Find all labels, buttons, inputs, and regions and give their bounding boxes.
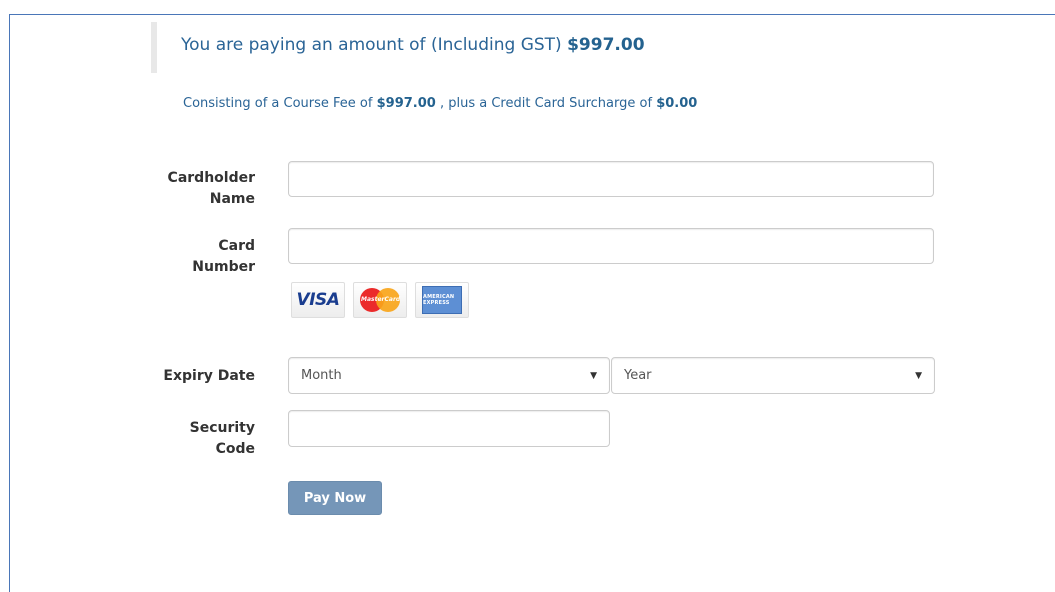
mastercard-logo: MasterCard	[353, 282, 407, 318]
amount-summary: You are paying an amount of (Including G…	[151, 22, 711, 73]
card-number-label-line-1: Card	[218, 238, 255, 254]
fee-breakdown: Consisting of a Course Fee of $997.00 , …	[183, 96, 697, 111]
security-code-label: Security Code	[190, 418, 255, 460]
amex-logo: AMERICAN EXPRESS	[415, 282, 469, 318]
amount-line: You are paying an amount of (Including G…	[181, 35, 645, 55]
expiry-year-value: Year	[624, 368, 652, 383]
card-number-label-line-2: Number	[192, 259, 255, 275]
pay-now-button[interactable]: Pay Now	[288, 481, 382, 515]
cardholder-name-label: Cardholder Name	[168, 168, 255, 210]
visa-logo-text: VISA	[296, 290, 340, 310]
mastercard-icon: MasterCard	[360, 288, 400, 312]
expiry-month-select[interactable]: Month ▼	[288, 357, 610, 394]
security-label-line-2: Code	[215, 441, 255, 457]
expiry-year-select[interactable]: Year ▼	[611, 357, 935, 394]
fee-middle: , plus a Credit Card Surcharge of	[439, 96, 653, 111]
accepted-cards: VISA MasterCard AMERICAN EXPRESS	[291, 282, 469, 318]
expiry-date-label: Expiry Date	[163, 368, 255, 384]
chevron-down-icon: ▼	[590, 370, 597, 381]
cardholder-name-input[interactable]	[288, 161, 934, 197]
visa-logo: VISA	[291, 282, 345, 318]
amount-total: $997.00	[567, 35, 645, 55]
surcharge: $0.00	[656, 96, 698, 111]
course-fee: $997.00	[376, 96, 436, 111]
mastercard-logo-text: MasterCard	[361, 296, 401, 303]
expiry-month-value: Month	[301, 368, 342, 383]
security-code-input[interactable]	[288, 410, 610, 447]
card-number-input[interactable]	[288, 228, 934, 264]
amex-logo-text: AMERICAN EXPRESS	[423, 294, 455, 306]
cardholder-label-line-1: Cardholder	[167, 170, 255, 186]
amex-icon: AMERICAN EXPRESS	[422, 286, 462, 314]
chevron-down-icon: ▼	[915, 370, 922, 381]
security-label-line-1: Security	[189, 420, 255, 436]
fee-prefix: Consisting of a Course Fee of	[183, 96, 373, 111]
card-number-label: Card Number	[192, 236, 255, 278]
cardholder-label-line-2: Name	[209, 191, 255, 207]
amount-prefix: You are paying an amount of (Including G…	[181, 35, 562, 55]
